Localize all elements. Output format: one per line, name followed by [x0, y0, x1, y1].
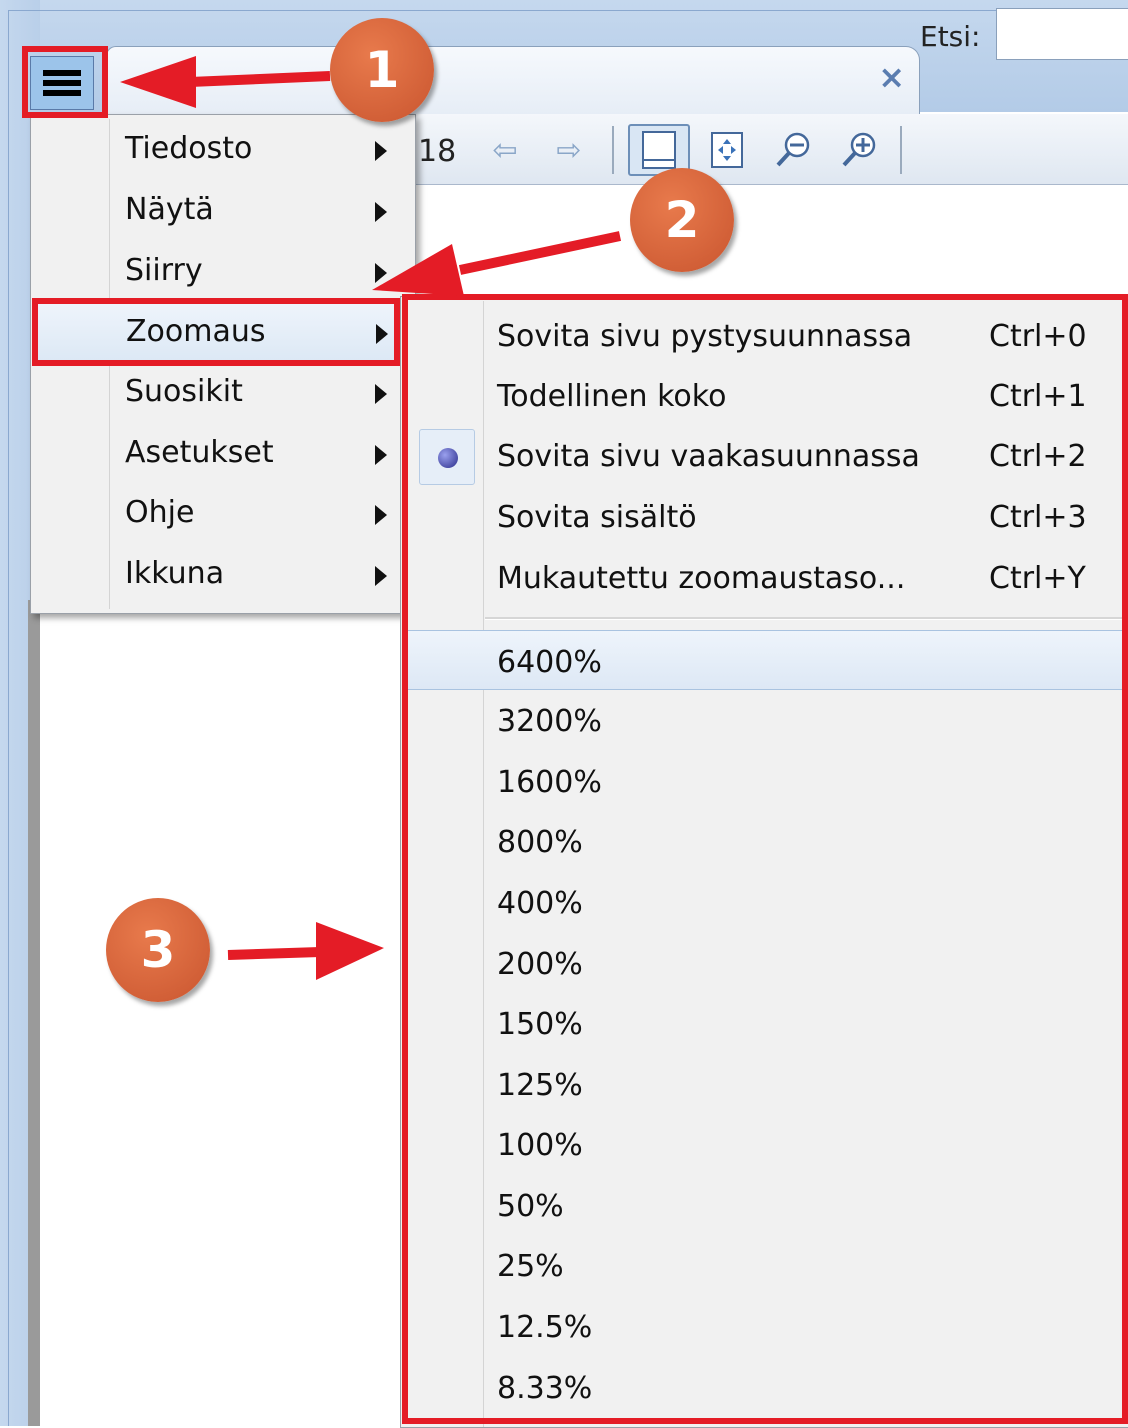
window-frame-edge — [28, 600, 40, 1426]
submenu-arrow-icon — [375, 445, 387, 465]
search-label: Etsi: — [920, 20, 981, 53]
menu-item-label: Siirry — [125, 253, 203, 288]
annotation-badge-3: 3 — [106, 898, 210, 1002]
annotation-box-zoomaus — [32, 298, 400, 366]
menu-item-label: Ikkuna — [125, 556, 225, 591]
menu-item-siirry[interactable]: Siirry — [35, 243, 411, 301]
fit-width-icon[interactable] — [706, 130, 748, 170]
annotation-badge-2: 2 — [630, 168, 734, 272]
annotation-badge-1: 1 — [330, 18, 434, 122]
close-icon[interactable]: × — [878, 61, 905, 93]
submenu-arrow-icon — [375, 141, 387, 161]
frame-border-top — [8, 10, 1128, 11]
menu-item-label: Ohje — [125, 495, 195, 530]
frame-border-left — [8, 10, 9, 1426]
search-input[interactable] — [996, 8, 1128, 60]
zoom-in-icon[interactable] — [838, 130, 880, 170]
menu-item-label: Suosikit — [125, 374, 243, 409]
submenu-arrow-icon — [375, 566, 387, 586]
submenu-arrow-icon — [375, 384, 387, 404]
annotation-box-menu-button — [22, 46, 108, 118]
back-arrow-icon[interactable]: ⇦ — [484, 130, 526, 170]
menu-item-tiedosto[interactable]: Tiedosto — [35, 121, 411, 179]
toolbar-separator — [900, 126, 902, 174]
menu-item-ohje[interactable]: Ohje — [35, 485, 411, 543]
menu-item-ikkuna[interactable]: Ikkuna — [35, 546, 411, 604]
menu-item-label: Näytä — [125, 192, 214, 227]
submenu-arrow-icon — [375, 505, 387, 525]
menu-item-asetukset[interactable]: Asetukset — [35, 425, 411, 483]
submenu-arrow-icon — [375, 263, 387, 283]
menu-item-label: Asetukset — [125, 435, 274, 470]
zoom-out-icon[interactable] — [772, 130, 814, 170]
toolbar-separator — [612, 126, 614, 174]
document-tab[interactable]: × — [106, 46, 920, 115]
menu-item-suosikit[interactable]: Suosikit — [35, 364, 411, 422]
submenu-arrow-icon — [375, 202, 387, 222]
annotation-box-zoom-submenu — [402, 294, 1128, 1424]
forward-arrow-icon[interactable]: ⇨ — [548, 130, 590, 170]
menu-item-nayta[interactable]: Näytä — [35, 182, 411, 240]
page-number-fragment: 18 — [418, 134, 457, 169]
menu-item-label: Tiedosto — [125, 131, 253, 166]
